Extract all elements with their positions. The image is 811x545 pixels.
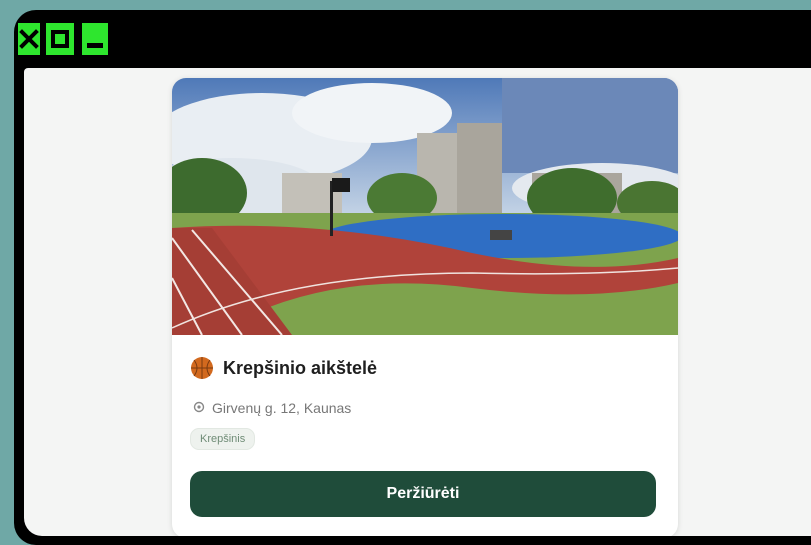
app-window: Krepšinio aikštelė Girvenų g. 12, Kaunas…: [14, 10, 811, 545]
title-bar: [14, 10, 811, 68]
basketball-icon: [191, 357, 213, 379]
content-area: Krepšinio aikštelė Girvenų g. 12, Kaunas…: [24, 68, 811, 536]
maximize-icon[interactable]: [46, 23, 74, 55]
close-icon[interactable]: [18, 23, 40, 55]
venue-address: Girvenų g. 12, Kaunas: [212, 400, 352, 416]
sport-tag: Krepšinis: [190, 428, 256, 450]
venue-address-row: Girvenų g. 12, Kaunas: [192, 400, 351, 416]
venue-card[interactable]: Krepšinio aikštelė Girvenų g. 12, Kaunas…: [172, 78, 678, 536]
venue-title-row: Krepšinio aikštelė: [190, 356, 377, 380]
location-pin-icon: [193, 401, 205, 413]
venue-title: Krepšinio aikštelė: [223, 357, 378, 378]
minimize-icon[interactable]: [82, 23, 108, 55]
view-button[interactable]: Peržiūrėti: [190, 471, 656, 517]
venue-photo: [172, 78, 678, 335]
